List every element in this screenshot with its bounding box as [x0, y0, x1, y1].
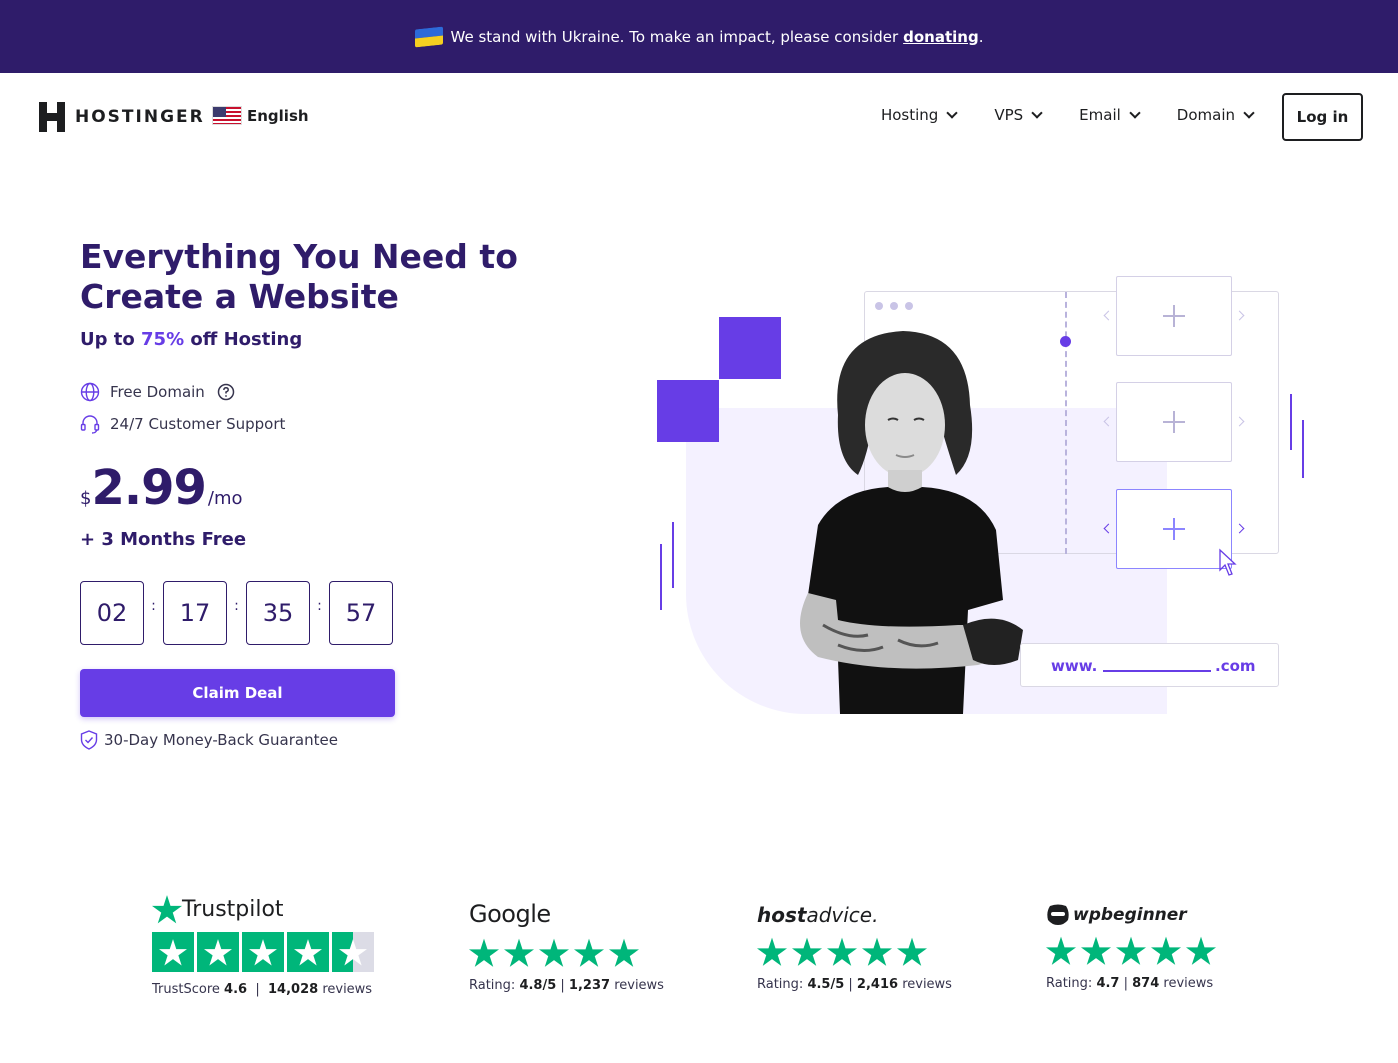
star-icon	[539, 938, 569, 967]
star-icon	[757, 937, 787, 966]
nav-vps[interactable]: VPS	[994, 106, 1043, 124]
wpbeginner-ninja-icon	[1047, 904, 1069, 925]
decor-line	[660, 544, 662, 610]
google-score-text: Rating: 4.8/5 | 1,237 reviews	[469, 978, 664, 993]
shield-check-icon	[80, 730, 98, 750]
star-icon	[469, 938, 499, 967]
trustpilot-stars	[152, 932, 374, 972]
donating-link[interactable]: donating	[903, 28, 979, 46]
cursor-icon	[1219, 548, 1237, 576]
star-icon	[197, 932, 239, 972]
star-icon	[1046, 936, 1076, 965]
star-icon	[574, 938, 604, 967]
timer-seconds: 57	[329, 581, 393, 645]
star-icon	[862, 937, 892, 966]
hero-illustration: www. .com	[650, 270, 1330, 720]
hostinger-logo[interactable]: HOSTINGER	[39, 102, 205, 132]
google-stars	[469, 938, 664, 968]
hostadvice-stars	[757, 937, 952, 967]
trustpilot-score-text: TrustScore 4.6 | 14,028 reviews	[152, 982, 373, 997]
site-header: HOSTINGER English Hosting VPS Email Doma…	[0, 73, 1398, 161]
hostadvice-logo: hostadvice.	[757, 903, 879, 927]
purple-square	[719, 317, 781, 379]
hero-subtitle: Up to 75% off Hosting	[80, 329, 303, 350]
language-label: English	[247, 106, 309, 125]
trustpilot-star-icon	[152, 895, 182, 924]
star-icon	[1116, 936, 1146, 965]
google-logo: Google	[469, 900, 551, 928]
plus-icon	[1163, 411, 1185, 433]
language-selector[interactable]: English	[212, 106, 309, 125]
banner-text: We stand with Ukraine. To make an impact…	[450, 27, 899, 46]
star-icon	[897, 937, 927, 966]
nav-domain[interactable]: Domain	[1177, 106, 1255, 124]
star-icon	[287, 932, 329, 972]
ukraine-flag-icon	[414, 26, 443, 47]
timer-hours: 17	[163, 581, 227, 645]
nav-email[interactable]: Email	[1079, 106, 1141, 124]
feature-support: 24/7 Customer Support	[80, 414, 285, 434]
decor-line	[672, 522, 674, 588]
decor-line	[1290, 394, 1292, 450]
wpbeginner-logo: wpbeginner	[1046, 904, 1216, 926]
trustpilot-logo: Trustpilot	[152, 895, 374, 924]
star-icon	[152, 932, 194, 972]
login-button[interactable]: Log in	[1282, 93, 1363, 141]
money-back-guarantee: 30-Day Money-Back Guarantee	[80, 730, 338, 750]
review-google[interactable]: Google Rating: 4.8/5 | 1,237 reviews	[469, 900, 664, 993]
brand-name: HOSTINGER	[75, 107, 205, 127]
chevron-down-icon	[1129, 106, 1141, 119]
star-icon	[609, 938, 639, 967]
ukraine-banner: We stand with Ukraine. To make an impact…	[0, 0, 1398, 73]
nav-hosting[interactable]: Hosting	[881, 106, 958, 124]
help-icon[interactable]	[217, 383, 235, 401]
globe-icon	[80, 382, 100, 402]
claim-deal-button[interactable]: Claim Deal	[80, 669, 395, 717]
chevron-down-icon	[946, 106, 958, 119]
hostadvice-score-text: Rating: 4.5/5 | 2,416 reviews	[757, 977, 952, 992]
review-trustpilot[interactable]: Trustpilot TrustScore 4.6 | 14,028 revie…	[152, 895, 374, 997]
domain-url-mock: www. .com	[1020, 643, 1279, 687]
purple-square	[657, 380, 719, 442]
headset-icon	[80, 415, 100, 434]
wpbeginner-score-text: Rating: 4.7 | 874 reviews	[1046, 976, 1214, 991]
chevron-down-icon	[1243, 106, 1255, 119]
woman-photo	[800, 331, 1023, 714]
chevron-down-icon	[1031, 106, 1043, 119]
price: $ 2.99 /mo	[80, 460, 243, 516]
star-icon	[1151, 936, 1181, 965]
star-icon	[792, 937, 822, 966]
layout-slot	[1116, 276, 1232, 356]
discount-highlight: 75%	[141, 329, 185, 350]
price-amount: 2.99	[91, 460, 206, 516]
wpbeginner-stars	[1046, 936, 1216, 966]
star-icon	[1186, 936, 1216, 965]
review-wpbeginner[interactable]: wpbeginner Rating: 4.7 | 874 reviews	[1046, 904, 1216, 991]
star-icon	[827, 937, 857, 966]
main-nav: Hosting VPS Email Domain	[881, 106, 1255, 124]
half-star-icon	[332, 932, 374, 972]
guide-dot	[1060, 336, 1071, 347]
star-icon	[1081, 936, 1111, 965]
bonus-text: + 3 Months Free	[80, 529, 247, 550]
star-icon	[242, 932, 284, 972]
layout-slot	[1116, 382, 1232, 462]
hostinger-logo-icon	[39, 102, 65, 132]
hero-title: Everything You Need to Create a Website	[80, 237, 518, 316]
decor-line	[1302, 420, 1304, 478]
plus-icon	[1163, 305, 1185, 327]
timer-minutes: 35	[246, 581, 310, 645]
plus-icon	[1163, 518, 1185, 540]
timer-days: 02	[80, 581, 144, 645]
layout-slot-active	[1116, 489, 1232, 569]
feature-free-domain: Free Domain	[80, 382, 235, 402]
review-hostadvice[interactable]: hostadvice. Rating: 4.5/5 | 2,416 review…	[757, 903, 952, 992]
us-flag-icon	[212, 106, 242, 125]
dashed-guide	[1065, 292, 1067, 554]
countdown-timer: 02 : 17 : 35 : 57	[80, 581, 393, 645]
star-icon	[504, 938, 534, 967]
